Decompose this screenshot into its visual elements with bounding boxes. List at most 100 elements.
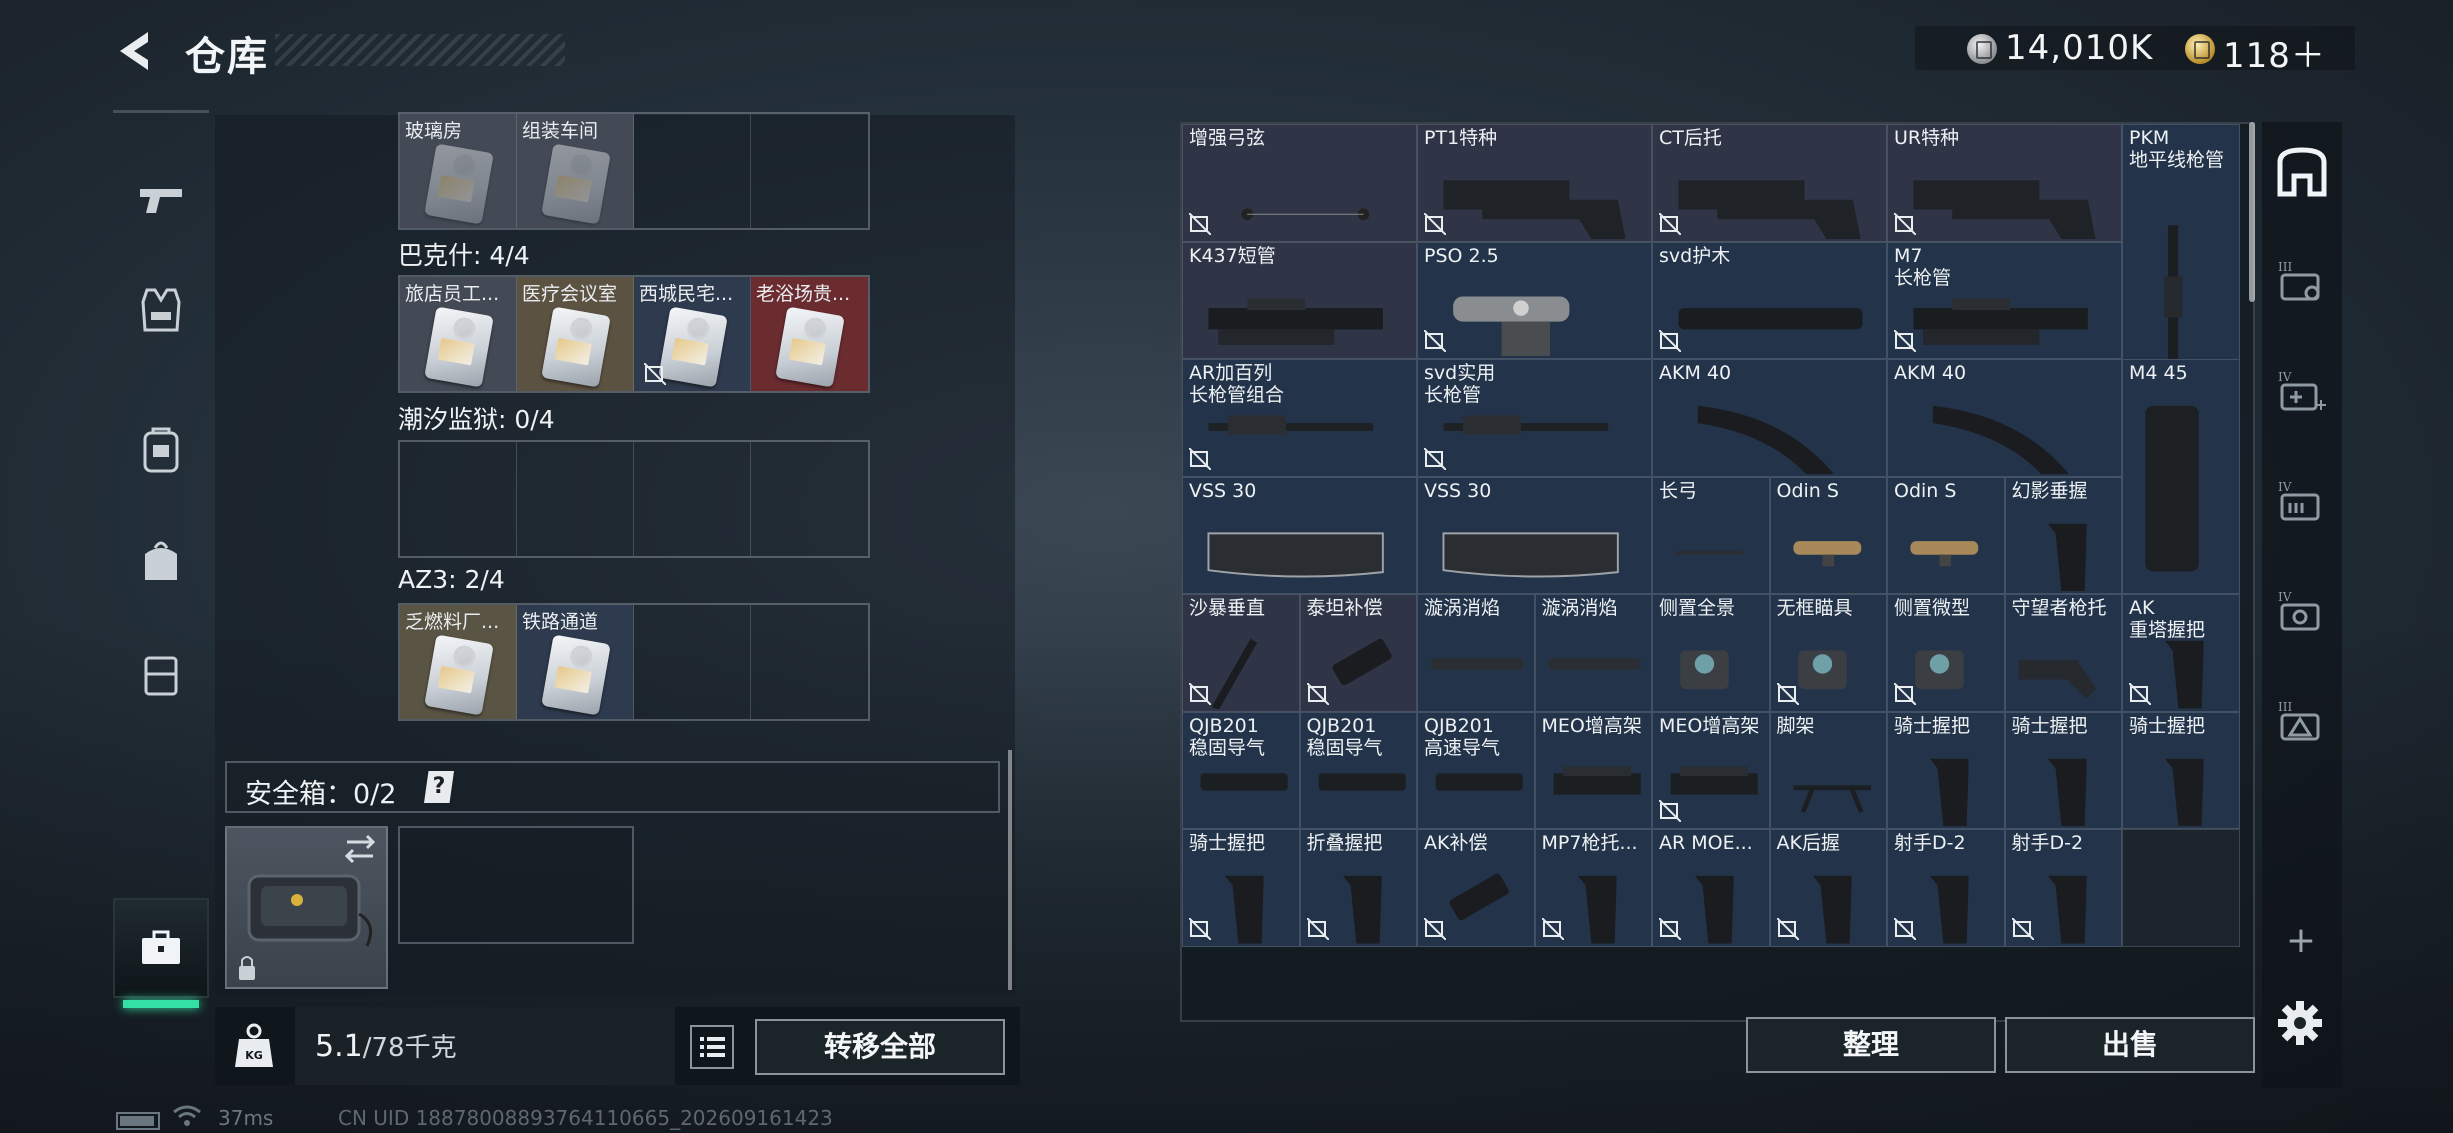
settings-gear-icon[interactable] [2275,998,2325,1048]
inventory-item[interactable]: 增强弓弦 [1182,124,1417,242]
inventory-item[interactable]: 骑士握把 [1887,711,2005,829]
inventory-item[interactable]: QJB201 稳固导气 [1182,711,1300,829]
rnav-case-3[interactable]: III [2262,232,2342,332]
inventory-item[interactable]: M4 45 [2122,359,2240,594]
gold-amount[interactable]: 118＋ [2223,28,2326,77]
nav-armor[interactable] [113,625,209,725]
keycard-slot[interactable]: 老浴场贵... [751,277,868,391]
inventory-item[interactable]: 幻影垂握 [2004,476,2122,594]
gas-part-icon [1318,772,1406,791]
inventory-item[interactable]: AK 重塔握把 [2122,594,2240,712]
inventory-item[interactable]: 射手D-2 [2004,829,2122,947]
add-case-icon[interactable]: + [2278,920,2324,961]
inventory-scrollbar[interactable] [2249,122,2255,302]
keycard-slot-empty[interactable] [517,442,634,556]
keycard-slot-empty[interactable] [751,114,868,228]
inventory-item[interactable]: 脚架 [1769,711,1887,829]
inventory-item[interactable]: 沙暴垂直 [1182,594,1300,712]
inventory-item[interactable]: 骑士握把 [1182,829,1300,947]
item-label: PKM 地平线枪管 [2129,127,2225,171]
inventory-slot-empty[interactable] [2122,829,2240,947]
keycard-slot[interactable]: 乏燃料厂... [400,605,517,719]
sort-button[interactable]: 整理 [1746,1017,1996,1073]
inventory-item[interactable]: AKM 40 [1652,359,1887,477]
inventory-item[interactable]: 漩涡消焰 [1417,594,1535,712]
keycard-slot-empty[interactable] [400,442,517,556]
keycard-slot-empty[interactable] [751,442,868,556]
inventory-item[interactable]: Odin S [1887,476,2005,594]
list-view-button[interactable] [690,1025,734,1069]
inventory-item[interactable]: UR特种 [1887,124,2122,242]
keycard-slot-empty[interactable] [634,605,751,719]
back-arrow-icon[interactable] [112,28,158,74]
keycard-slot[interactable]: 西城民宅... [634,277,751,391]
inventory-item[interactable]: Odin S [1769,476,1887,594]
inventory-item[interactable]: 折叠握把 [1299,829,1417,947]
keycard-slot-empty[interactable] [634,114,751,228]
nav-bag[interactable] [113,510,209,610]
inventory-item[interactable]: AR MOE... [1652,829,1770,947]
inventory-item[interactable]: QJB201 稳固导气 [1299,711,1417,829]
inventory-item[interactable]: 骑士握把 [2122,711,2240,829]
inventory-item[interactable]: 射手D-2 [1887,829,2005,947]
keycard-slot[interactable]: 玻璃房 [400,114,517,228]
inventory-item[interactable]: K437短管 [1182,241,1417,359]
inventory-item[interactable]: MP7枪托... [1534,829,1652,947]
nav-vest[interactable] [113,260,209,360]
inventory-item[interactable]: VSS 30 [1182,476,1417,594]
mag-curve-part-icon [1932,405,2069,474]
uid-readout: CN UID 18878008893764110665_202609161423 [338,1106,833,1130]
rnav-case-3b[interactable]: III [2262,672,2342,772]
inventory-item[interactable]: 侧置全景 [1652,594,1770,712]
medkit-case-icon: IV [2278,370,2326,411]
safe-box-slot[interactable] [225,826,388,989]
inventory-item[interactable]: AK后握 [1769,829,1887,947]
inventory-item[interactable]: PT1特种 [1417,124,1652,242]
nav-safebox[interactable] [113,898,209,1008]
safe-box-slot-empty[interactable] [398,826,634,944]
inventory-item[interactable]: svd实用 长枪管 [1417,359,1652,477]
rnav-stash[interactable] [2262,122,2342,222]
silver-amount: 14,010K [2005,28,2154,68]
transfer-all-button[interactable]: 转移全部 [755,1019,1005,1075]
weight-readout: 5.1/78千克 [315,1027,457,1064]
rnav-case-4b[interactable]: IV [2262,452,2342,552]
inventory-item[interactable]: VSS 30 [1417,476,1652,594]
nav-rig[interactable] [113,400,209,500]
suppressor-part-icon [1548,658,1641,670]
rnav-case-4c[interactable]: IV [2262,562,2342,662]
inventory-item[interactable]: 骑士握把 [2004,711,2122,829]
inventory-item[interactable]: CT后托 [1652,124,1887,242]
keycard-slot[interactable]: 铁路通道 [517,605,634,719]
item-label: AR MOE... [1659,832,1753,854]
inventory-item[interactable]: 无框瞄具 [1769,594,1887,712]
inventory-item[interactable]: M7 长枪管 [1887,241,2122,359]
item-label: PSO 2.5 [1424,244,1499,267]
inventory-item[interactable]: MEO增高架 [1652,711,1770,829]
inventory-item[interactable]: PSO 2.5 [1417,241,1652,359]
help-badge[interactable]: ? [424,771,454,803]
inventory-item[interactable]: 守望者枪托 [2004,594,2122,712]
rnav-case-4a[interactable]: IV [2262,342,2342,442]
inventory-item[interactable]: svd护木 [1652,241,1887,359]
svg-text:III: III [2278,700,2292,714]
inventory-item[interactable]: AKM 40 [1887,359,2122,477]
keycard-slot[interactable]: 医疗会议室 [517,277,634,391]
inventory-item[interactable]: 侧置微型 [1887,594,2005,712]
inventory-item[interactable]: 漩涡消焰 [1534,594,1652,712]
keycard-slot-empty[interactable] [751,605,868,719]
keycard-slot[interactable]: 组装车间 [517,114,634,228]
sell-button[interactable]: 出售 [2005,1017,2255,1073]
left-scrollbar[interactable] [1008,750,1012,990]
inventory-item[interactable]: 长弓 [1652,476,1770,594]
inventory-item[interactable]: QJB201 高速导气 [1417,711,1535,829]
inventory-item[interactable]: MEO增高架 [1534,711,1652,829]
keycard-slot-empty[interactable] [634,442,751,556]
keycard-slot[interactable]: 旅店员工... [400,277,517,391]
gas-part-icon [1435,772,1523,791]
inventory-item[interactable]: AK补偿 [1417,829,1535,947]
nav-pistol[interactable] [113,150,209,250]
inventory-item[interactable]: 泰坦补偿 [1299,594,1417,712]
inventory-item[interactable]: AR加百列 长枪管组合 [1182,359,1417,477]
rail-part-icon [1913,297,2088,345]
